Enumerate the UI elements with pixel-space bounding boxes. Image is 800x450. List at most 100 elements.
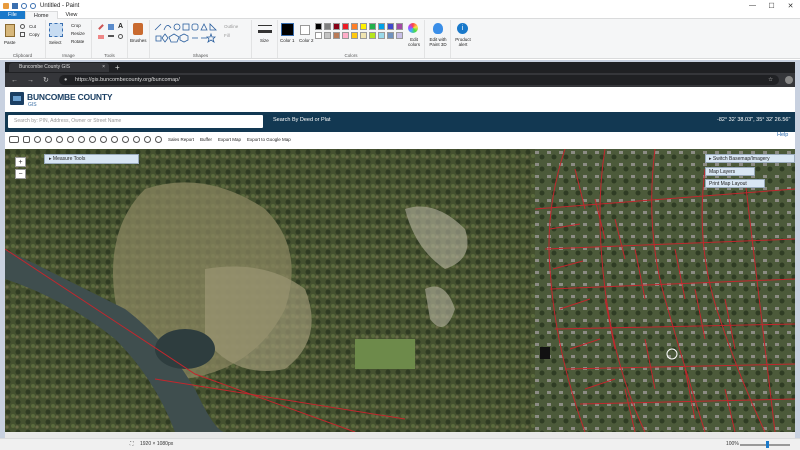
- sales-report-link[interactable]: Sales Report: [168, 137, 194, 142]
- palette-swatch[interactable]: [369, 32, 376, 39]
- pan-tool-icon[interactable]: [23, 135, 30, 143]
- aerial-map[interactable]: + − ▸ Measure Tools ▸ Switch Basemap/Ima…: [5, 149, 795, 432]
- pencil-icon[interactable]: [98, 24, 104, 30]
- palette-swatch[interactable]: [351, 32, 358, 39]
- palette-swatch[interactable]: [387, 32, 394, 39]
- browser-tab[interactable]: Buncombe County GIS ×: [9, 63, 109, 72]
- palette-swatch[interactable]: [315, 32, 322, 39]
- select-icon[interactable]: [49, 23, 63, 37]
- help-link[interactable]: Help: [777, 132, 788, 138]
- measure-tools-panel[interactable]: ▸ Measure Tools: [44, 154, 139, 164]
- layers-tool-icon[interactable]: [9, 135, 19, 143]
- profile-avatar[interactable]: [785, 76, 793, 84]
- fill-icon[interactable]: [108, 24, 114, 30]
- sales-tool-icon[interactable]: [155, 135, 162, 143]
- paste-button[interactable]: Paste: [4, 40, 16, 45]
- shapes-gallery-icon[interactable]: [153, 22, 219, 46]
- paint-canvas[interactable]: Buncombe County GIS × + ← → ↻ ● https://…: [5, 62, 795, 432]
- color2-swatch[interactable]: [300, 25, 310, 35]
- palette-swatch[interactable]: [324, 32, 331, 39]
- reload-icon[interactable]: ↻: [43, 76, 53, 84]
- brush-icon[interactable]: [133, 23, 143, 35]
- rotate-button[interactable]: Rotate: [71, 39, 84, 44]
- map-layers-button[interactable]: Map Layers: [705, 167, 755, 176]
- product-alert-button[interactable]: Product alert: [452, 37, 474, 47]
- palette-swatch[interactable]: [360, 32, 367, 39]
- info-icon[interactable]: i: [457, 23, 468, 34]
- eraser-icon[interactable]: [98, 35, 104, 39]
- previous-extent-icon[interactable]: [67, 135, 74, 143]
- deed-plat-link[interactable]: Search By Deed or Plat: [273, 117, 330, 123]
- palette-swatch[interactable]: [342, 23, 349, 30]
- palette-swatch[interactable]: [333, 32, 340, 39]
- close-button[interactable]: ✕: [781, 2, 800, 10]
- picker-icon[interactable]: [108, 35, 114, 37]
- copy-icon: [20, 32, 25, 37]
- switch-basemap-button[interactable]: ▸ Switch Basemap/Imagery: [705, 154, 795, 163]
- palette-swatch[interactable]: [333, 23, 340, 30]
- save-icon[interactable]: [12, 2, 18, 9]
- full-extent-icon[interactable]: [56, 135, 63, 143]
- crop-button[interactable]: Crop: [71, 23, 81, 28]
- palette-swatch[interactable]: [378, 23, 385, 30]
- undo-icon[interactable]: [21, 2, 27, 9]
- paint3d-button[interactable]: Edit with Paint 3D: [426, 37, 450, 47]
- tab-home[interactable]: Home: [24, 11, 58, 19]
- zoom-in-tool-icon[interactable]: [34, 135, 41, 143]
- next-extent-icon[interactable]: [78, 135, 85, 143]
- buffer-link[interactable]: Buffer: [200, 137, 212, 142]
- zoom-slider-thumb[interactable]: [766, 441, 769, 448]
- paste-icon[interactable]: [5, 24, 15, 37]
- new-tab-icon[interactable]: +: [115, 63, 120, 72]
- print-layout-button[interactable]: Print Map Layout: [705, 179, 765, 188]
- buffer-tool-icon[interactable]: [133, 135, 140, 143]
- edit-colors-button[interactable]: Edit colors: [405, 37, 423, 47]
- fill-button[interactable]: Fill: [224, 33, 230, 38]
- text-icon[interactable]: A: [118, 23, 123, 30]
- zoom-out-button[interactable]: −: [15, 169, 26, 179]
- minimize-button[interactable]: —: [743, 2, 762, 10]
- forward-icon[interactable]: →: [27, 77, 37, 84]
- palette-swatch[interactable]: [387, 23, 394, 30]
- magnifier-icon[interactable]: [118, 34, 123, 39]
- palette-swatch[interactable]: [324, 23, 331, 30]
- maximize-button[interactable]: ☐: [762, 2, 781, 10]
- search-input[interactable]: Search by: PIN, Address, Owner or Street…: [8, 115, 263, 128]
- tab-view[interactable]: View: [58, 11, 86, 19]
- palette-swatch[interactable]: [360, 23, 367, 30]
- identify-tool-icon[interactable]: [89, 135, 96, 143]
- copy-button[interactable]: Copy: [29, 32, 40, 37]
- zoom-out-tool-icon[interactable]: [45, 135, 52, 143]
- palette-swatch[interactable]: [351, 23, 358, 30]
- edit-colors-icon[interactable]: [408, 23, 418, 33]
- palette-swatch[interactable]: [396, 32, 403, 39]
- measure-tool-icon[interactable]: [100, 135, 107, 143]
- redo-icon[interactable]: [30, 2, 36, 9]
- palette-swatch[interactable]: [369, 23, 376, 30]
- select-tool-icon[interactable]: [122, 135, 129, 143]
- color1-swatch[interactable]: [281, 23, 294, 36]
- cut-button[interactable]: Cut: [29, 24, 36, 29]
- outline-button[interactable]: Outline: [224, 24, 238, 29]
- resize-button[interactable]: Resize: [71, 31, 85, 36]
- palette-swatch[interactable]: [378, 32, 385, 39]
- bookmark-star-icon[interactable]: ☆: [768, 75, 773, 85]
- palette-swatch[interactable]: [396, 23, 403, 30]
- select-button[interactable]: Select: [49, 40, 62, 45]
- clear-tool-icon[interactable]: [144, 135, 151, 143]
- export-google-map-link[interactable]: Export to Google Map: [247, 137, 291, 142]
- tab-file[interactable]: File: [0, 11, 25, 19]
- back-icon[interactable]: ←: [11, 77, 21, 84]
- size-icon[interactable]: [258, 25, 272, 33]
- brushes-button[interactable]: Brushes: [130, 38, 147, 43]
- close-tab-icon[interactable]: ×: [102, 63, 105, 72]
- zoom-slider-track[interactable]: [740, 444, 790, 446]
- palette-swatch[interactable]: [342, 32, 349, 39]
- size-button[interactable]: Size: [260, 38, 269, 43]
- paint3d-icon[interactable]: [433, 23, 443, 34]
- palette-swatch[interactable]: [315, 23, 322, 30]
- zoom-in-button[interactable]: +: [15, 157, 26, 167]
- address-bar[interactable]: ● https://gis.buncombecounty.org/buncoma…: [59, 75, 779, 85]
- export-map-link[interactable]: Export Map: [218, 137, 241, 142]
- info-tool-icon[interactable]: [111, 135, 118, 143]
